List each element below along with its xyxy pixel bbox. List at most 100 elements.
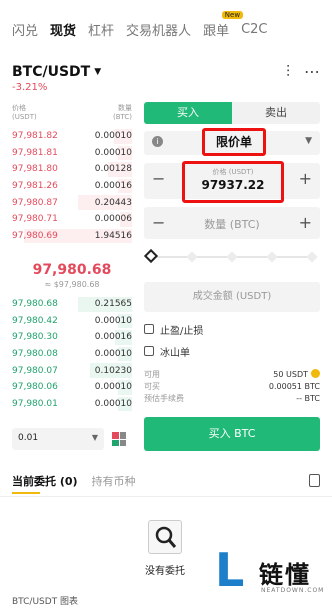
orderbook-footer: 0.01 ▼ <box>12 428 132 450</box>
tp-sl-label: 止盈/止损 <box>160 325 204 337</box>
plus-icon[interactable]: + <box>299 213 312 232</box>
total-input[interactable]: 成交金额 (USDT) <box>144 282 320 312</box>
price-header: 价格 (USDT) <box>12 104 37 121</box>
ask-price: 97,981.80 <box>12 164 58 175</box>
ask-qty: 0.00016 <box>94 181 132 192</box>
available-row: 可用 50 USDT <box>144 368 320 380</box>
balance-info: 可用 50 USDT 可买 0.00051 BTC 预估手续费 -- BTC <box>144 368 320 404</box>
ask-row[interactable]: 97,980.87 0.20443 <box>12 194 132 211</box>
mid-price: 97,980.68 <box>32 262 112 278</box>
chevron-down-icon: ▼ <box>305 136 312 146</box>
bid-row[interactable]: 97,980.07 0.10230 <box>12 362 132 379</box>
amount-slider[interactable] <box>143 248 320 264</box>
tab-open-orders[interactable]: 当前委托 (0) <box>12 473 78 489</box>
bid-row[interactable]: 97,980.01 0.00010 <box>12 396 132 413</box>
bid-qty: 0.00016 <box>94 332 132 343</box>
order-type-value: 限价单 <box>202 128 266 156</box>
ask-qty: 0.00010 <box>94 147 132 158</box>
amount-input[interactable]: − 数量 (BTC) + <box>144 207 320 239</box>
tp-sl-checkbox[interactable]: 止盈/止损 <box>144 322 320 337</box>
search-icon <box>148 520 182 554</box>
pair-selector[interactable]: BTC/USDT ▼ <box>12 64 101 80</box>
slider-tick[interactable] <box>186 251 198 263</box>
fee-label: 预估手续费 <box>144 393 184 403</box>
fee-value: -- BTC <box>296 393 320 403</box>
ask-row[interactable]: 97,980.69 1.94516 <box>12 228 132 245</box>
bid-row[interactable]: 97,980.30 0.00016 <box>12 329 132 346</box>
ask-qty: 0.00010 <box>94 131 132 142</box>
order-type-select[interactable]: i 限价单 ▼ <box>144 128 320 156</box>
caret-down-icon: ▼ <box>94 67 102 77</box>
sell-tab[interactable]: 卖出 <box>232 102 320 124</box>
ask-row[interactable]: 97,981.82 0.00010 <box>12 128 132 145</box>
candlestick-icon[interactable]: ⫶ <box>286 62 290 82</box>
empty-text: 没有委托 <box>145 566 185 577</box>
watermark-mark: L <box>215 543 245 597</box>
add-funds-icon[interactable] <box>311 369 320 378</box>
available-label: 可用 <box>144 369 160 379</box>
buy-btc-button[interactable]: 买入 BTC <box>144 417 320 451</box>
can-buy-label: 可买 <box>144 381 160 391</box>
iceberg-checkbox[interactable]: 冰山单 <box>144 344 320 359</box>
watermark-cn: 链懂 <box>259 561 311 589</box>
ask-row[interactable]: 97,980.71 0.00006 <box>12 211 132 228</box>
tab-margin[interactable]: 杠杆 <box>88 20 114 39</box>
ask-row[interactable]: 97,981.26 0.00016 <box>12 178 132 195</box>
fee-row: 预估手续费 -- BTC <box>144 392 320 404</box>
minus-icon[interactable]: − <box>152 169 165 188</box>
slider-tick[interactable] <box>306 251 318 263</box>
iceberg-label: 冰山单 <box>160 347 190 359</box>
bid-qty: 0.00010 <box>94 398 132 409</box>
qty-header: 数量 (BTC) <box>112 104 132 121</box>
bid-price: 97,980.68 <box>12 299 58 310</box>
checkbox[interactable] <box>144 346 154 356</box>
header-icons: ⫶ ⋯ <box>286 62 320 82</box>
ask-qty: 0.00006 <box>94 214 132 225</box>
price-field[interactable]: 价格 (USDT) 97937.22 <box>182 161 284 203</box>
slider-knob[interactable] <box>143 248 159 264</box>
ask-row[interactable]: 97,981.81 0.00010 <box>12 145 132 162</box>
slider-tick[interactable] <box>266 251 278 263</box>
active-tab-underline <box>12 492 40 494</box>
bid-row[interactable]: 97,980.42 0.00010 <box>12 313 132 330</box>
info-icon[interactable]: i <box>152 136 163 147</box>
ask-qty: 0.20443 <box>94 197 132 208</box>
chevron-down-icon: ▼ <box>91 433 98 442</box>
watermark-en: NEATDOWN.COM <box>261 587 325 594</box>
bid-row[interactable]: 97,980.68 0.21565 <box>12 296 132 313</box>
order-history-icon[interactable] <box>309 474 320 487</box>
available-value: 50 USDT <box>273 370 308 379</box>
checkbox[interactable] <box>144 324 154 334</box>
tab-flash-swap[interactable]: 闪兑 <box>12 20 38 39</box>
chart-link[interactable]: BTC/USDT 图表 <box>12 594 78 607</box>
bid-qty: 0.21565 <box>94 299 132 310</box>
tab-c2c[interactable]: C2C <box>241 22 267 37</box>
tab-spot[interactable]: 现货 <box>50 20 76 39</box>
tab-copy-trading-label: 跟单 <box>203 23 230 39</box>
tab-trading-bot[interactable]: 交易机器人 <box>126 20 191 39</box>
amount-placeholder: 数量 (BTC) <box>204 218 260 231</box>
bid-qty: 0.00010 <box>94 349 132 360</box>
bid-row[interactable]: 97,980.06 0.00010 <box>12 379 132 396</box>
orderbook-layout-icon[interactable] <box>112 432 126 446</box>
new-badge: New <box>221 10 244 19</box>
pair-name: BTC/USDT <box>12 64 91 80</box>
price-input[interactable]: − 价格 (USDT) 97937.22 + <box>144 161 320 203</box>
more-icon[interactable]: ⋯ <box>304 62 320 82</box>
bid-price: 97,980.30 <box>12 332 58 343</box>
ask-list: 97,981.82 0.00010 97,981.81 0.00010 97,981.8… <box>12 128 132 244</box>
tab-holdings[interactable]: 持有币种 <box>92 473 136 489</box>
tab-copy-trading[interactable]: 跟单 New <box>203 10 244 39</box>
price-value: 97937.22 <box>201 178 265 192</box>
empty-state: 没有委托 <box>110 520 220 577</box>
ask-price: 97,980.87 <box>12 197 58 208</box>
plus-icon[interactable]: + <box>299 169 312 188</box>
mid-price-usd: ≈ $97,980.68 <box>44 280 100 289</box>
precision-select[interactable]: 0.01 ▼ <box>12 428 104 450</box>
bid-qty: 0.00010 <box>94 382 132 393</box>
buy-tab[interactable]: 买入 <box>144 102 232 124</box>
slider-tick[interactable] <box>226 251 238 263</box>
ask-row[interactable]: 97,981.80 0.00128 <box>12 161 132 178</box>
ask-price: 97,981.82 <box>12 131 58 142</box>
bid-row[interactable]: 97,980.08 0.00010 <box>12 346 132 363</box>
